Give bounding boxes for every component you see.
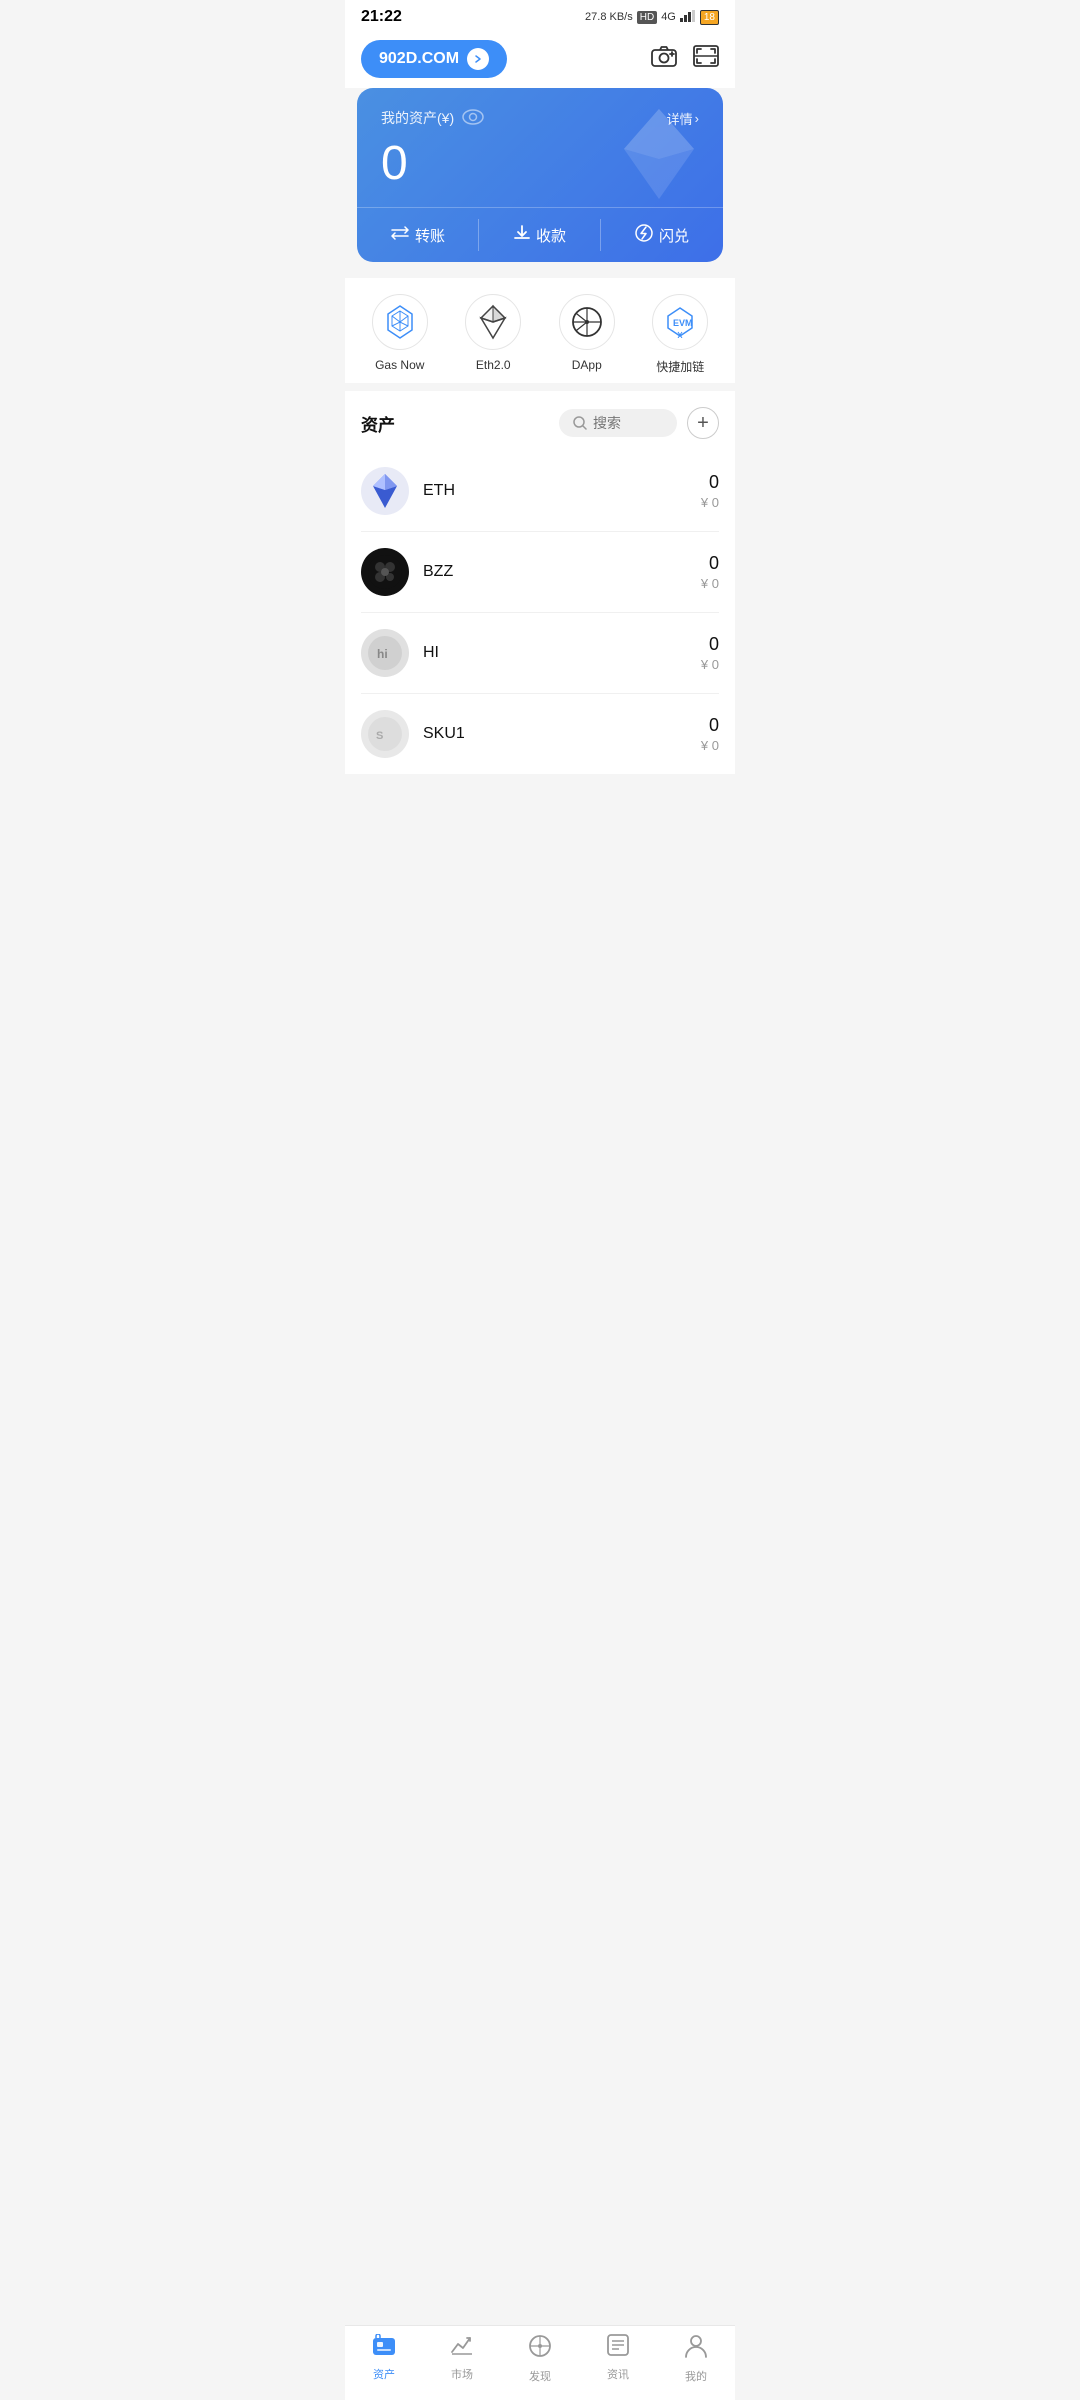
asset-item-eth[interactable]: ETH 0 ¥ 0 xyxy=(361,451,719,532)
asset-item-bzz[interactable]: BZZ 0 ¥ 0 xyxy=(361,532,719,613)
asset-card: 我的资产(¥) 详情 › 0 xyxy=(357,88,723,262)
assets-nav-icon xyxy=(372,2334,396,2362)
svg-text:hi: hi xyxy=(377,647,388,661)
status-time: 21:22 xyxy=(361,8,402,26)
eth-balance: 0 ¥ 0 xyxy=(701,472,719,510)
market-nav-label: 市场 xyxy=(451,2366,473,2382)
flash-swap-button[interactable]: 闪兑 xyxy=(601,208,723,262)
flash-icon xyxy=(635,224,653,246)
dapp-label: DApp xyxy=(572,358,602,372)
assets-title: 资产 xyxy=(361,411,395,436)
bzz-cny: ¥ 0 xyxy=(701,576,719,591)
eth2-icon-circle xyxy=(465,294,521,350)
svg-text:S: S xyxy=(376,730,383,742)
discover-nav-icon xyxy=(528,2334,552,2364)
sku1-name: SKU1 xyxy=(423,725,701,743)
sku1-balance: 0 ¥ 0 xyxy=(701,715,719,753)
add-chain-label: 快捷加链 xyxy=(656,358,704,375)
profile-nav-icon xyxy=(685,2334,707,2364)
asset-item-hi[interactable]: hi HI 0 ¥ 0 xyxy=(361,613,719,694)
status-icons: 27.8 KB/s HD 4G 18 xyxy=(585,10,719,25)
add-chain-icon-circle: EVM xyxy=(652,294,708,350)
header-actions xyxy=(651,45,719,73)
dapp-icon-circle xyxy=(559,294,615,350)
hd-badge: HD xyxy=(637,11,657,24)
quick-item-add-chain[interactable]: EVM 快捷加链 xyxy=(652,294,708,375)
news-nav-icon xyxy=(607,2334,629,2362)
battery-icon: 18 xyxy=(700,10,719,25)
hi-coin-icon: hi xyxy=(361,629,409,677)
brand-button[interactable]: 902D.COM xyxy=(361,40,507,78)
eth-cny: ¥ 0 xyxy=(701,495,719,510)
bzz-name: BZZ xyxy=(423,563,701,581)
hi-name: HI xyxy=(423,644,701,662)
nav-item-discover[interactable]: 发现 xyxy=(501,2334,579,2384)
transfer-button[interactable]: 转账 xyxy=(357,208,479,262)
assets-header: 资产 + xyxy=(345,391,735,451)
search-box[interactable] xyxy=(559,409,677,437)
profile-nav-label: 我的 xyxy=(685,2368,707,2384)
brand-name: 902D.COM xyxy=(379,50,459,68)
search-input[interactable] xyxy=(593,415,663,431)
sku1-cny: ¥ 0 xyxy=(701,738,719,753)
sku1-amount: 0 xyxy=(701,715,719,736)
eth-name: ETH xyxy=(423,482,701,500)
eth2-label: Eth2.0 xyxy=(476,358,511,372)
visibility-icon[interactable] xyxy=(462,109,484,128)
hi-cny: ¥ 0 xyxy=(701,657,719,672)
add-asset-button[interactable]: + xyxy=(687,407,719,439)
quick-item-dapp[interactable]: DApp xyxy=(559,294,615,375)
bzz-amount: 0 xyxy=(701,553,719,574)
bzz-balance: 0 ¥ 0 xyxy=(701,553,719,591)
scan-icon[interactable] xyxy=(693,45,719,73)
market-nav-icon xyxy=(450,2334,474,2362)
asset-list: ETH 0 ¥ 0 BZZ xyxy=(345,451,735,774)
bottom-nav: 资产 市场 发现 xyxy=(345,2325,735,2400)
network-badge: 4G xyxy=(661,11,676,23)
search-icon xyxy=(573,416,587,430)
sku1-coin-icon: S xyxy=(361,710,409,758)
receive-icon xyxy=(514,225,530,245)
assets-search-row: + xyxy=(559,407,719,439)
status-bar: 21:22 27.8 KB/s HD 4G 18 xyxy=(345,0,735,30)
asset-label: 我的资产(¥) xyxy=(381,108,484,128)
nav-item-market[interactable]: 市场 xyxy=(423,2334,501,2384)
gas-now-icon-circle xyxy=(372,294,428,350)
arrow-icon xyxy=(467,48,489,70)
eth-coin-icon xyxy=(361,467,409,515)
chevron-right-icon: › xyxy=(695,111,699,126)
detail-link[interactable]: 详情 › xyxy=(667,109,699,128)
gas-now-label: Gas Now xyxy=(375,358,424,372)
speed-indicator: 27.8 KB/s xyxy=(585,11,633,23)
hi-amount: 0 xyxy=(701,634,719,655)
nav-item-profile[interactable]: 我的 xyxy=(657,2334,735,2384)
discover-nav-label: 发现 xyxy=(529,2368,551,2384)
camera-add-icon[interactable] xyxy=(651,45,677,73)
quick-item-eth2[interactable]: Eth2.0 xyxy=(465,294,521,375)
nav-item-news[interactable]: 资讯 xyxy=(579,2334,657,2384)
signal-icon xyxy=(680,10,696,25)
news-nav-label: 资讯 xyxy=(607,2366,629,2382)
hi-balance: 0 ¥ 0 xyxy=(701,634,719,672)
transfer-icon xyxy=(391,226,409,244)
svg-text:EVM: EVM xyxy=(673,318,693,328)
quick-access-section: Gas Now Eth2.0 xyxy=(345,278,735,383)
quick-item-gas-now[interactable]: Gas Now xyxy=(372,294,428,375)
asset-item-sku1[interactable]: S SKU1 0 ¥ 0 xyxy=(361,694,719,774)
bzz-coin-icon xyxy=(361,548,409,596)
card-actions: 转账 收款 闪兑 xyxy=(357,207,723,262)
assets-section: 资产 + xyxy=(345,391,735,774)
assets-nav-label: 资产 xyxy=(373,2366,395,2382)
nav-item-assets[interactable]: 资产 xyxy=(345,2334,423,2384)
eth-amount: 0 xyxy=(701,472,719,493)
receive-button[interactable]: 收款 xyxy=(479,208,601,262)
app-header: 902D.COM xyxy=(345,30,735,88)
